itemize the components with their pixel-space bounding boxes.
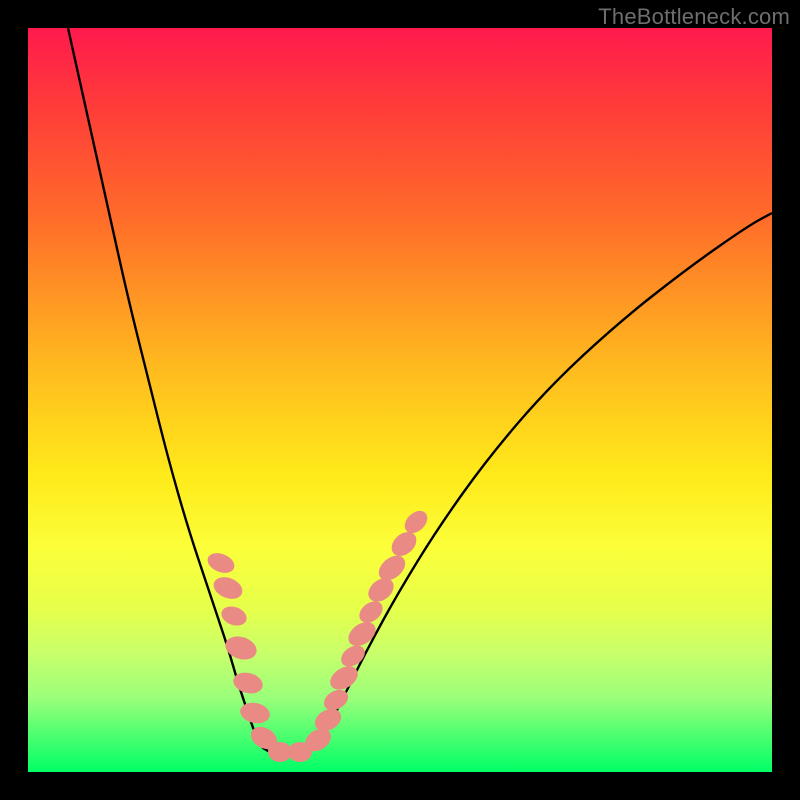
bead-0 xyxy=(205,549,238,576)
v-curve xyxy=(68,28,772,756)
bead-14 xyxy=(344,617,380,651)
bead-1 xyxy=(210,573,245,603)
watermark-text: TheBottleneck.com xyxy=(598,4,790,30)
curve-plot-svg xyxy=(28,28,772,772)
bead-5 xyxy=(238,700,272,726)
bead-cluster xyxy=(205,506,432,762)
bead-12 xyxy=(326,662,362,695)
v-curve-path xyxy=(68,28,772,756)
bead-3 xyxy=(222,633,259,664)
bead-13 xyxy=(337,641,369,671)
gradient-plot-area xyxy=(28,28,772,772)
bead-2 xyxy=(219,603,250,629)
